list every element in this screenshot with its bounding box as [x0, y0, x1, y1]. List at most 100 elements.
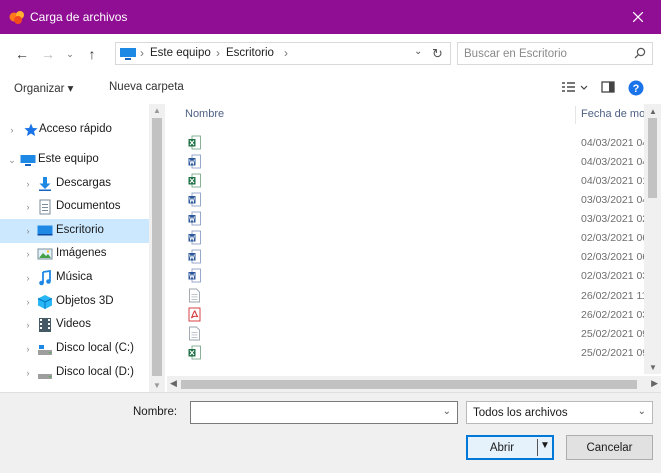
cancel-button[interactable]: Cancelar: [566, 435, 653, 460]
preview-pane-button[interactable]: [601, 80, 615, 97]
collapse-chevron-icon[interactable]: ⌄: [8, 155, 16, 166]
column-header-date[interactable]: Fecha de modi: [581, 108, 654, 120]
generic-file-icon: [188, 326, 201, 341]
forward-button[interactable]: →: [40, 46, 56, 62]
file-row[interactable]: 25/02/2021 09:: [167, 345, 661, 362]
expand-chevron-icon[interactable]: ›: [24, 249, 32, 259]
scroll-left-arrow-icon[interactable]: ◀: [170, 378, 177, 389]
column-header-name[interactable]: Nombre: [185, 108, 224, 120]
expand-chevron-icon[interactable]: ›: [24, 179, 32, 189]
drive-d-icon: [38, 374, 52, 379]
open-options-dropdown[interactable]: ▼: [540, 440, 550, 451]
nav-item-label: Acceso rápido: [39, 123, 112, 135]
file-row[interactable]: 26/02/2021 03:: [167, 307, 661, 324]
file-row[interactable]: 03/03/2021 02:: [167, 211, 661, 228]
scroll-thumb[interactable]: [152, 118, 162, 376]
file-row[interactable]: 04/03/2021 04:: [167, 135, 661, 152]
nav-item-label: Descargas: [56, 177, 111, 189]
nav-item-este-equipo[interactable]: ⌄ Este equipo: [0, 148, 150, 172]
word-file-icon: [188, 211, 201, 226]
new-folder-button[interactable]: Nueva carpeta: [109, 81, 184, 93]
nav-item-label: Este equipo: [38, 153, 99, 165]
up-button[interactable]: ↑: [84, 46, 100, 62]
nav-item-label: Disco local (D:): [56, 366, 134, 378]
expand-chevron-icon[interactable]: ›: [24, 202, 32, 212]
nav-item-documentos[interactable]: › Documentos: [0, 195, 150, 219]
breadcrumb-separator: ›: [140, 46, 144, 60]
search-input[interactable]: [464, 46, 624, 61]
expand-chevron-icon[interactable]: ›: [24, 320, 32, 330]
nav-item-disco-d[interactable]: › Disco local (D:): [0, 361, 150, 385]
chevron-down-icon[interactable]: ⌄: [443, 406, 451, 417]
file-row[interactable]: 02/03/2021 06:: [167, 230, 661, 247]
word-file-icon: [188, 268, 201, 283]
nav-item-acceso-rapido[interactable]: › Acceso rápido: [0, 118, 150, 142]
bottom-panel: Nombre: ⌄ Todos los archivos ⌄ Abrir ▼ C…: [0, 392, 661, 473]
excel-file-icon: [188, 345, 201, 360]
breadcrumb-separator: ›: [284, 46, 288, 60]
scroll-thumb[interactable]: [648, 118, 657, 198]
expand-chevron-icon[interactable]: ›: [24, 297, 32, 307]
star-icon: [24, 123, 38, 136]
file-name-label: Nombre:: [133, 406, 178, 418]
excel-file-icon: [188, 135, 201, 150]
title-bar: Carga de archivos: [0, 0, 661, 34]
scroll-up-arrow-icon[interactable]: ▲: [153, 106, 161, 115]
open-button[interactable]: Abrir ▼: [466, 435, 554, 460]
address-history-dropdown[interactable]: ⌄: [414, 46, 422, 57]
recent-locations-button[interactable]: ⌄: [62, 46, 78, 62]
scroll-up-arrow-icon[interactable]: ▲: [649, 107, 657, 116]
file-row[interactable]: 25/02/2021 09:: [167, 326, 661, 343]
expand-chevron-icon[interactable]: ›: [24, 368, 32, 378]
vertical-scrollbar[interactable]: ▲ ▼: [644, 104, 661, 374]
nav-item-objetos-3d[interactable]: › Objetos 3D: [0, 290, 150, 314]
expand-chevron-icon[interactable]: ›: [24, 344, 32, 354]
scroll-right-arrow-icon[interactable]: ▶: [651, 378, 658, 389]
file-row[interactable]: 26/02/2021 11:: [167, 288, 661, 305]
nav-item-label: Documentos: [56, 200, 121, 212]
nav-item-escritorio[interactable]: › Escritorio: [0, 219, 150, 243]
chevron-down-icon: ⌄: [66, 48, 74, 59]
close-button[interactable]: [615, 0, 661, 34]
nav-item-imagenes[interactable]: › Imágenes: [0, 242, 150, 266]
column-divider[interactable]: [575, 106, 576, 124]
back-button[interactable]: ←: [14, 46, 30, 62]
file-type-select[interactable]: Todos los archivos ⌄: [466, 401, 653, 424]
address-bar[interactable]: › Este equipo › Escritorio › ⌄ ↻: [115, 42, 451, 65]
nav-item-label: Escritorio: [56, 224, 104, 236]
scroll-down-arrow-icon[interactable]: ▼: [649, 363, 657, 372]
breadcrumb-escritorio[interactable]: Escritorio: [226, 47, 274, 59]
change-view-button[interactable]: [561, 80, 589, 97]
drive-c-icon: [38, 345, 52, 355]
split-divider: [537, 439, 538, 456]
refresh-icon[interactable]: ↻: [432, 46, 443, 62]
file-row[interactable]: 02/03/2021 06:: [167, 249, 661, 266]
file-row[interactable]: 02/03/2021 03:: [167, 268, 661, 285]
arrow-up-icon: ↑: [88, 46, 96, 62]
word-file-icon: [188, 154, 201, 169]
scroll-thumb[interactable]: [181, 380, 637, 389]
nav-scrollbar[interactable]: ▲ ▼: [149, 104, 165, 392]
file-date: 04/03/2021 01:: [581, 175, 652, 187]
file-row[interactable]: 04/03/2021 04:: [167, 154, 661, 171]
help-button[interactable]: ?: [628, 80, 644, 99]
pictures-icon: [37, 248, 53, 260]
file-row[interactable]: 04/03/2021 01:: [167, 173, 661, 190]
nav-item-descargas[interactable]: › Descargas: [0, 172, 150, 196]
expand-chevron-icon[interactable]: ›: [8, 125, 16, 135]
horizontal-scrollbar[interactable]: ◀ ▶: [167, 376, 661, 392]
file-name-input[interactable]: [195, 405, 435, 420]
file-type-value: Todos los archivos: [473, 407, 568, 419]
nav-item-videos[interactable]: › Videos: [0, 313, 150, 337]
expand-chevron-icon[interactable]: ›: [24, 273, 32, 283]
nav-item-label: Música: [56, 271, 93, 283]
nav-item-disco-c[interactable]: › Disco local (C:): [0, 337, 150, 361]
file-row[interactable]: 03/03/2021 04:: [167, 192, 661, 209]
expand-chevron-icon[interactable]: ›: [24, 226, 32, 236]
word-file-icon: [188, 249, 201, 264]
file-date: 26/02/2021 03:: [581, 309, 652, 321]
nav-item-musica[interactable]: › Música: [0, 266, 150, 290]
organize-button[interactable]: Organizar ▾: [14, 81, 73, 95]
breadcrumb-este-equipo[interactable]: Este equipo: [150, 47, 211, 59]
scroll-down-arrow-icon[interactable]: ▼: [153, 381, 161, 390]
